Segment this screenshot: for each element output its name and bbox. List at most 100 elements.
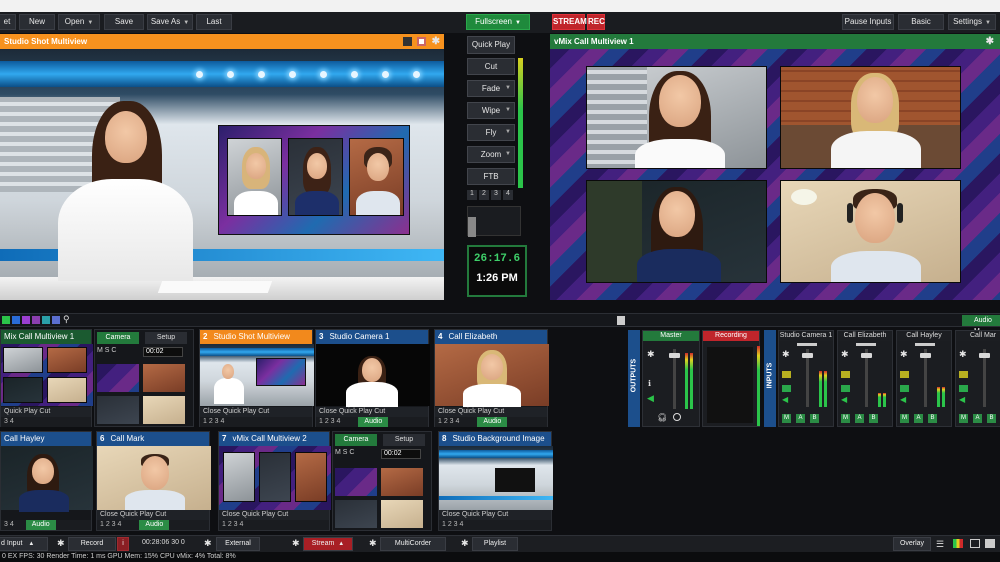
input-controls[interactable]: Close Quick Play Cut: [200, 407, 312, 417]
dial-icon[interactable]: [673, 413, 681, 421]
pin-icon[interactable]: [617, 316, 625, 325]
rec-button[interactable]: REC: [587, 14, 605, 30]
transition-number[interactable]: 1: [467, 190, 477, 200]
audio-button[interactable]: Audio: [139, 520, 170, 530]
gear-icon[interactable]: ✱: [959, 349, 967, 360]
layout-icon[interactable]: [970, 539, 980, 548]
solo-button[interactable]: [900, 371, 909, 378]
stream-button[interactable]: STREAM: [552, 14, 587, 30]
bus-b-button[interactable]: B: [869, 414, 878, 423]
last-button[interactable]: Last: [196, 14, 232, 30]
balance-slider[interactable]: [856, 343, 876, 346]
fly-button[interactable]: Fly ▼: [467, 124, 515, 141]
mute-button[interactable]: [841, 385, 850, 392]
save-as-button[interactable]: Save As ▼: [147, 14, 193, 30]
record-info-icon[interactable]: i: [117, 537, 129, 551]
input-tile[interactable]: Call Hayley 3 4 Audio: [0, 431, 93, 531]
input-tile[interactable]: 6 Call Mark Close Quick Play Cut 1 2 3 4 A…: [96, 431, 211, 531]
bus-m-button[interactable]: M: [782, 414, 791, 423]
input-tile[interactable]: 7 vMix Call Multiview 2 Close Quick Play …: [218, 431, 331, 531]
input-overlay-numbers[interactable]: 1 2 3 4 Audio: [435, 417, 547, 427]
audio-button[interactable]: Audio: [477, 417, 508, 427]
camera-tab[interactable]: Camera: [97, 332, 139, 344]
input-controls[interactable]: Close Quick Play Cut: [316, 407, 428, 417]
crop-icon[interactable]: [417, 37, 426, 46]
headphones-icon[interactable]: 🎧︎: [657, 413, 667, 422]
grid-icon[interactable]: [985, 539, 995, 548]
gear-icon[interactable]: ✱: [57, 538, 65, 549]
output-video[interactable]: [550, 49, 1000, 300]
speaker-icon[interactable]: ◀: [782, 395, 788, 404]
gear-icon[interactable]: ✱: [461, 538, 469, 549]
input-tile[interactable]: 8 Studio Background Image Close Quick Pla…: [438, 431, 553, 531]
fader-knob[interactable]: [979, 353, 990, 358]
quick-play-button[interactable]: Quick Play: [467, 36, 515, 54]
color-tag-blue[interactable]: [12, 316, 20, 324]
gear-icon[interactable]: ✱: [369, 538, 377, 549]
search-icon[interactable]: ⚲: [63, 314, 70, 325]
gear-icon[interactable]: ✱: [292, 538, 300, 549]
multicorder-button[interactable]: MultiCorder: [380, 537, 446, 551]
color-tag-purple[interactable]: [22, 316, 30, 324]
camera-tab[interactable]: Camera: [335, 434, 377, 446]
fade-button[interactable]: Fade ▼: [467, 80, 515, 97]
input-controls[interactable]: Close Quick Play Cut: [435, 407, 547, 417]
input-overlay-numbers[interactable]: 3 4: [1, 417, 91, 427]
bus-a-button[interactable]: A: [796, 414, 805, 423]
gear-icon[interactable]: ✱: [841, 349, 849, 360]
speaker-icon[interactable]: ◀: [647, 393, 654, 404]
fader-knob[interactable]: [802, 353, 813, 358]
mute-button[interactable]: [959, 385, 968, 392]
solo-button[interactable]: [841, 371, 850, 378]
open-button[interactable]: Open ▼: [58, 14, 100, 30]
t-bar-handle[interactable]: [468, 217, 476, 237]
input-overlay-numbers[interactable]: 1 2 3 4: [439, 520, 551, 530]
color-tag-magenta[interactable]: [32, 316, 40, 324]
list-icon[interactable]: ☰: [936, 539, 944, 550]
external-button[interactable]: External: [216, 537, 260, 551]
input-controls[interactable]: Close Quick Play Cut: [219, 510, 329, 520]
balance-slider[interactable]: [797, 343, 817, 346]
audio-button[interactable]: Audio: [358, 417, 389, 427]
levels-icon[interactable]: [953, 539, 963, 548]
input-tile[interactable]: Mix Call Multiview 1 Quick Play Cut 3 4: [0, 329, 93, 427]
record-button[interactable]: Record: [68, 537, 116, 551]
input-tile[interactable]: 2 Studio Shot Multiview Close Quick Play …: [199, 329, 314, 427]
basic-button[interactable]: Basic: [898, 14, 944, 30]
transition-number[interactable]: 4: [503, 190, 513, 200]
input-tile[interactable]: 3 Studio Camera 1 Close Quick Play Cut 1 …: [315, 329, 430, 427]
fader-knob[interactable]: [920, 353, 931, 358]
input-overlay-numbers[interactable]: 1 2 3 4: [200, 417, 312, 427]
t-bar[interactable]: [467, 206, 521, 237]
preset-button[interactable]: et: [0, 14, 16, 30]
timecode-field[interactable]: 00:02: [143, 347, 183, 357]
gear-icon[interactable]: ✱: [204, 538, 212, 549]
input-controls[interactable]: Close Quick Play Cut: [439, 510, 551, 520]
speaker-icon[interactable]: ◀: [900, 395, 906, 404]
wipe-button[interactable]: Wipe ▼: [467, 102, 515, 119]
bus-b-button[interactable]: B: [810, 414, 819, 423]
bus-b-button[interactable]: B: [987, 414, 996, 423]
gear-icon[interactable]: ✱: [900, 349, 908, 360]
cut-button[interactable]: Cut: [467, 58, 515, 75]
bus-b-button[interactable]: B: [928, 414, 937, 423]
add-input-button[interactable]: d Input ▲: [0, 537, 48, 551]
input-controls[interactable]: Quick Play Cut: [1, 407, 91, 417]
save-button[interactable]: Save: [104, 14, 144, 30]
input-overlay-numbers[interactable]: 1 2 3 4 Audio: [97, 520, 209, 530]
camera-mode-buttons[interactable]: M S C: [335, 449, 375, 459]
gear-icon[interactable]: ✱: [782, 349, 790, 360]
input-overlay-numbers[interactable]: 3 4 Audio: [1, 520, 91, 530]
color-tag-indigo[interactable]: [52, 316, 60, 324]
balance-slider[interactable]: [915, 343, 935, 346]
solo-button[interactable]: [959, 371, 968, 378]
gear-icon[interactable]: ✱: [986, 34, 994, 49]
ftb-button[interactable]: FTB: [467, 168, 515, 185]
bus-m-button[interactable]: M: [959, 414, 968, 423]
settings-button[interactable]: Settings ▼: [948, 14, 996, 30]
input-controls[interactable]: Close Quick Play Cut: [97, 510, 209, 520]
fullscreen-button[interactable]: Fullscreen ▼: [466, 14, 530, 30]
overlay-button[interactable]: Overlay: [893, 537, 931, 551]
audio-mixer-toggle[interactable]: Audio M: [962, 315, 1000, 335]
new-button[interactable]: New: [19, 14, 55, 30]
